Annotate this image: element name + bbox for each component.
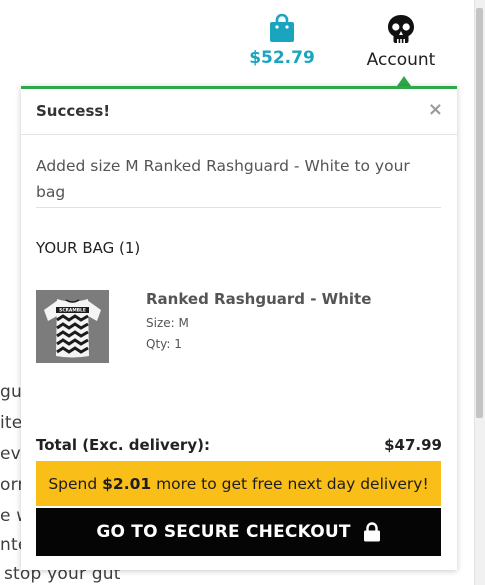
- rashguard-image: SCRAMBLE: [36, 290, 109, 363]
- background-text-line: ite: [0, 413, 23, 433]
- secure-checkout-button[interactable]: GO TO SECURE CHECKOUT: [36, 508, 441, 556]
- popup-header: Success! ×: [21, 89, 457, 135]
- popup-title: Success!: [36, 102, 111, 120]
- account-button[interactable]: Account: [356, 14, 446, 70]
- scrollbar-track: [474, 0, 475, 585]
- total-value: $47.99: [384, 436, 442, 454]
- divider: [36, 207, 441, 208]
- thumbnail-brand-text: SCRAMBLE: [59, 308, 86, 314]
- lock-icon: [363, 522, 380, 542]
- product-thumbnail[interactable]: SCRAMBLE: [36, 290, 109, 363]
- skull-icon: [388, 15, 414, 43]
- item-size: Size: M: [146, 316, 189, 330]
- free-delivery-banner: Spend $2.01 more to get free next day de…: [36, 461, 441, 506]
- bag-heading: YOUR BAG (1): [36, 239, 141, 257]
- scrollbar-thumb[interactable]: [476, 8, 483, 418]
- shopping-bag-icon: [270, 14, 294, 42]
- delivery-prefix: Spend: [48, 474, 103, 493]
- delivery-amount: $2.01: [102, 474, 152, 493]
- page-scrollbar[interactable]: [474, 0, 485, 585]
- mini-bag-popup: Success! × Added size M Ranked Rashguard…: [21, 86, 457, 570]
- item-name[interactable]: Ranked Rashguard - White: [146, 290, 371, 308]
- close-icon[interactable]: ×: [428, 101, 443, 119]
- item-quantity: Qty: 1: [146, 337, 182, 351]
- bag-button[interactable]: $52.79: [246, 14, 318, 68]
- checkout-label: GO TO SECURE CHECKOUT: [96, 522, 351, 542]
- added-to-bag-message: Added size M Ranked Rashguard - White to…: [36, 157, 410, 201]
- delivery-suffix: more to get free next day delivery!: [151, 474, 429, 493]
- account-label: Account: [366, 50, 436, 70]
- bag-total: $52.79: [249, 48, 315, 68]
- total-label: Total (Exc. delivery):: [36, 436, 210, 454]
- popup-pointer: [397, 76, 411, 86]
